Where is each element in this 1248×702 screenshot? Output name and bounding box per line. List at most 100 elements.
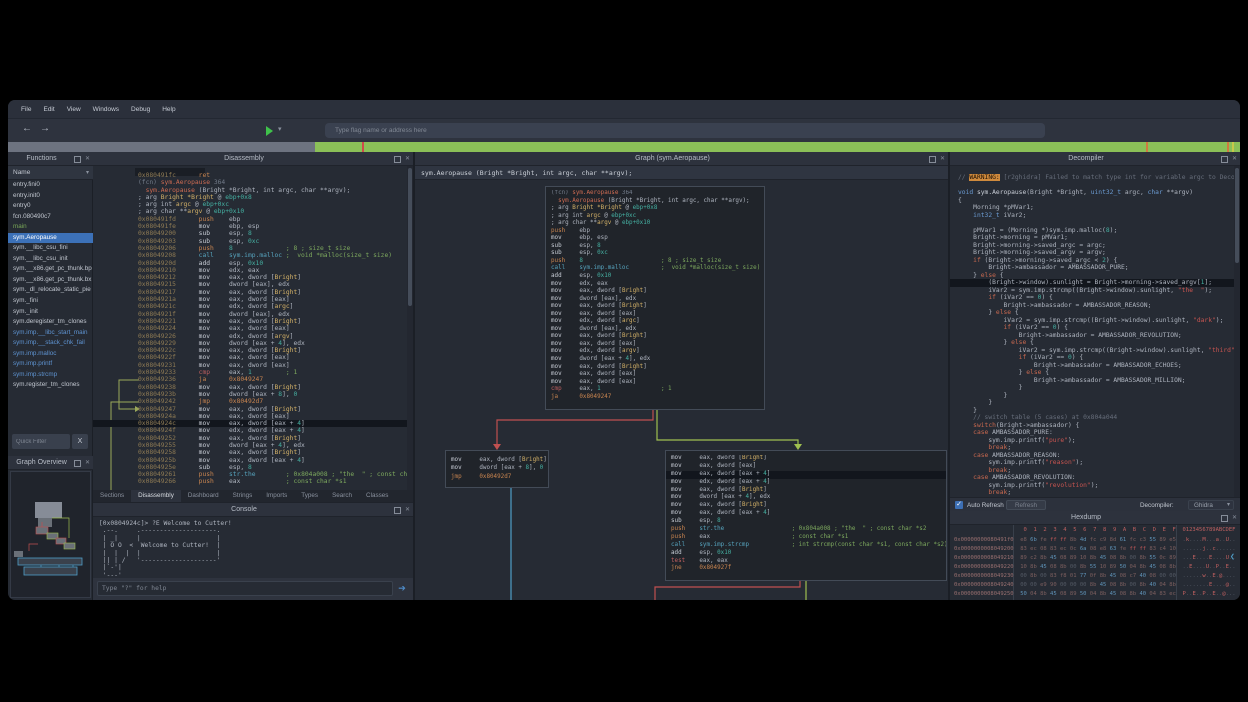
- code-line[interactable]: jmp 0x80492d7: [451, 473, 544, 481]
- back-arrow-icon[interactable]: ←: [22, 123, 32, 134]
- graph-overview-minimap[interactable]: [10, 471, 91, 598]
- code-line[interactable]: // switch table (5 cases) at 0x804a044: [958, 414, 1234, 422]
- code-line[interactable]: |`-'|: [99, 564, 232, 571]
- code-line[interactable]: [958, 219, 1234, 227]
- code-line[interactable]: sym.imp.printf("revolution");: [958, 482, 1234, 490]
- code-line[interactable]: case AMBASSADOR_REASON:: [958, 452, 1234, 460]
- code-line[interactable]: (fcn) sym.Aeropause 364: [138, 179, 407, 186]
- code-line[interactable]: 0x0804921f mov dword [eax], edx: [138, 311, 407, 318]
- hex-row[interactable]: 0x0000000008049220 10 8b 45 08 8b 00 8b …: [954, 563, 1236, 572]
- code-line[interactable]: 0x08049233 cmp eax, 1 ; 1: [138, 369, 407, 376]
- code-line[interactable]: 0x0804921c mov edx, dword [argc]: [138, 303, 407, 310]
- code-line[interactable]: 0x08049217 mov eax, dword [Bright]: [138, 289, 407, 296]
- code-line[interactable]: [0x0804924c]> ?E Welcome to Cutter!: [99, 520, 232, 527]
- code-line[interactable]: add esp, 0x10: [671, 550, 942, 558]
- auto-refresh-checkbox[interactable]: ✓: [955, 501, 963, 509]
- hex-header-row[interactable]: 0 1 2 3 4 5 6 7 8 9 A B C D E F 01234567…: [954, 526, 1235, 535]
- code-line[interactable]: mov edx, dword [argv]: [551, 348, 760, 356]
- code-line[interactable]: 0x0804921a mov eax, dword [eax]: [138, 296, 407, 303]
- undock-icon[interactable]: [1221, 515, 1228, 522]
- code-line[interactable]: // WARNING: [r2ghidra] Failed to match t…: [958, 174, 1234, 182]
- function-item[interactable]: entry.fini0: [8, 180, 93, 191]
- menu-windows[interactable]: Windows: [88, 104, 124, 115]
- hex-row[interactable]: 0x0000000008049240 00 00 e9 90 00 00 00 …: [954, 581, 1236, 590]
- code-line[interactable]: mov eax, dword [eax + 4]: [671, 510, 942, 518]
- code-line[interactable]: add esp, 0x10: [551, 273, 760, 281]
- tab-search[interactable]: Search: [325, 490, 359, 502]
- code-line[interactable]: 0x0804923b mov dword [eax + 8], 0: [138, 391, 407, 398]
- function-item[interactable]: sym.__libc_csu_fini: [8, 243, 93, 254]
- code-line[interactable]: 0x08049252 mov eax, dword [Bright]: [138, 435, 407, 442]
- hex-row[interactable]: 0x00000000080491f0 e8 6b fe ff ff 8b 4d …: [954, 536, 1236, 545]
- close-icon[interactable]: ✕: [1232, 157, 1237, 162]
- tab-strings[interactable]: Strings: [226, 490, 260, 502]
- functions-sort-header[interactable]: Name ▾: [8, 166, 93, 180]
- code-line[interactable]: break;: [958, 489, 1234, 497]
- code-line[interactable]: mov eax, dword [Bright]: [671, 455, 942, 463]
- tab-imports[interactable]: Imports: [259, 490, 294, 502]
- code-line[interactable]: 0x080491fe mov ebp, esp: [138, 223, 407, 230]
- code-line[interactable]: Bright->morning->saved_argc = argc;: [958, 242, 1234, 250]
- code-line[interactable]: } else {: [958, 339, 1234, 347]
- code-line[interactable]: }: [958, 399, 1234, 407]
- code-line[interactable]: iVar2 = sym.imp.strcmp((Bright->window).…: [958, 317, 1234, 325]
- code-line[interactable]: mov eax, dword [eax]: [671, 463, 942, 471]
- decompiler-view[interactable]: // WARNING: [r2ghidra] Failed to match t…: [950, 166, 1240, 497]
- function-item[interactable]: entry0: [8, 201, 93, 212]
- code-line[interactable]: 0x08049203 sub esp, 0xc: [138, 238, 407, 245]
- code-line[interactable]: sym.Aeropause (Bright *Bright, int argc,…: [551, 198, 760, 206]
- code-line[interactable]: 0x08049200 sub esp, 8: [138, 230, 407, 237]
- code-line[interactable]: } else {: [958, 309, 1234, 317]
- code-line[interactable]: 0x08049226 mov edx, dword [argv]: [138, 333, 407, 340]
- function-item[interactable]: fcn.080490c7: [8, 212, 93, 223]
- tab-sections[interactable]: Sections: [93, 490, 131, 502]
- menu-help[interactable]: Help: [157, 104, 180, 115]
- code-line[interactable]: Bright->morning = pMVar1;: [958, 234, 1234, 242]
- code-line[interactable]: ; arg Bright *Bright @ ebp+0x8: [551, 205, 760, 213]
- code-line[interactable]: 0x0804925e sub esp, 8: [138, 464, 407, 471]
- code-line[interactable]: 0x08049238 mov eax, dword [Bright]: [138, 384, 407, 391]
- code-line[interactable]: 0x080491fd push ebp: [138, 216, 407, 223]
- undock-icon[interactable]: [74, 156, 81, 163]
- code-line[interactable]: ; arg int argc @ ebp+0xc: [551, 213, 760, 221]
- function-item[interactable]: sym.deregister_tm_clones: [8, 317, 93, 328]
- code-line[interactable]: sub esp, 0xc: [551, 250, 760, 258]
- code-line[interactable]: } else {: [958, 272, 1234, 280]
- code-line[interactable]: mov dword [eax + 4], edx: [551, 356, 760, 364]
- refresh-button[interactable]: Refresh: [1006, 500, 1046, 510]
- code-line[interactable]: mov eax, dword [eax + 4]: [666, 471, 946, 479]
- code-line[interactable]: 0x08049247 mov eax, dword [Bright]: [138, 406, 407, 413]
- code-line[interactable]: 0x0804920d add esp, 0x10: [138, 260, 407, 267]
- function-item[interactable]: sym._fini: [8, 296, 93, 307]
- code-line[interactable]: 0x0804925b mov eax, dword [eax + 4]: [138, 457, 407, 464]
- code-line[interactable]: ; arg char **argv @ ebp+0x10: [138, 208, 407, 215]
- code-line[interactable]: mov eax, dword [eax]: [551, 371, 760, 379]
- code-line[interactable]: break;: [958, 444, 1234, 452]
- close-icon[interactable]: ✕: [85, 157, 90, 162]
- code-line[interactable]: sub esp, 8: [671, 518, 942, 526]
- tab-types[interactable]: Types: [294, 490, 325, 502]
- code-line[interactable]: 0x0804924f mov edx, dword [eax + 4]: [138, 427, 407, 434]
- code-line[interactable]: iVar2 = sym.imp.strcmp((Bright->window).…: [958, 287, 1234, 295]
- code-line[interactable]: sym.imp.printf("pure");: [958, 437, 1234, 445]
- code-line[interactable]: }: [958, 392, 1234, 400]
- code-line[interactable]: if (iVar2 == 0) {: [958, 354, 1234, 362]
- function-item[interactable]: sym.imp.printf: [8, 359, 93, 370]
- menu-edit[interactable]: Edit: [38, 104, 59, 115]
- undock-icon[interactable]: [394, 507, 401, 514]
- code-line[interactable]: 0x08049210 mov edx, eax: [138, 267, 407, 274]
- code-line[interactable]: (fcn) sym.Aeropause 364: [551, 190, 760, 198]
- code-line[interactable]: mov eax, dword [eax]: [551, 311, 760, 319]
- code-line[interactable]: mov edx, eax: [551, 281, 760, 289]
- graph-node-entry[interactable]: (fcn) sym.Aeropause 364 sym.Aeropause (B…: [545, 186, 765, 410]
- code-line[interactable]: mov dword [eax + 8], 0: [451, 464, 544, 472]
- code-line[interactable]: mov edx, dword [argc]: [551, 318, 760, 326]
- code-line[interactable]: 0x0804924c mov eax, dword [eax + 4]: [93, 420, 407, 427]
- decompiler-code[interactable]: // WARNING: [r2ghidra] Failed to match t…: [950, 174, 1234, 497]
- code-line[interactable]: 0x08049266 push eax ; const char *s1: [138, 478, 407, 485]
- scrollbar-thumb[interactable]: [1235, 168, 1239, 263]
- code-line[interactable]: 0x08049261 push str.the ; 0x804a008 ; "t…: [138, 471, 407, 478]
- function-item[interactable]: main: [8, 222, 93, 233]
- code-line[interactable]: mov eax, dword [Bright]: [671, 487, 942, 495]
- code-line[interactable]: Morning *pMVar1;: [958, 204, 1234, 212]
